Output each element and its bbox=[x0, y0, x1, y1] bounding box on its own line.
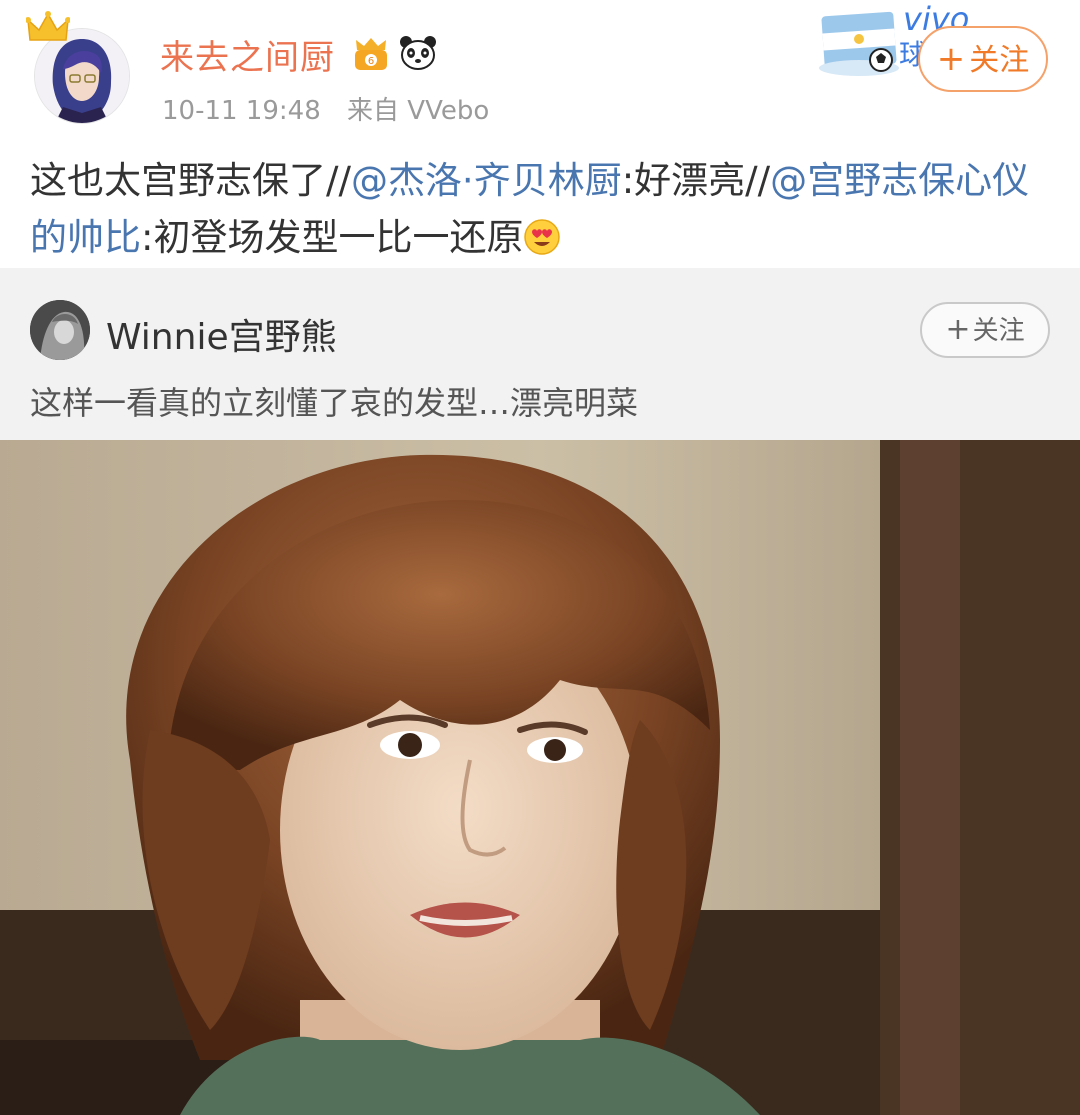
plus-icon: + bbox=[945, 312, 971, 347]
crown-icon bbox=[26, 11, 70, 41]
post-photo[interactable] bbox=[0, 440, 1080, 1115]
panda-icon bbox=[400, 36, 436, 70]
post-source: 来自 VVebo bbox=[347, 96, 490, 126]
follow-button[interactable]: + 关注 bbox=[918, 26, 1048, 92]
repost-follow-button[interactable]: +关注 bbox=[920, 302, 1050, 358]
repost-avatar[interactable] bbox=[30, 300, 90, 360]
repost-text: 这样一看真的立刻懂了哀的发型…漂亮明菜 bbox=[30, 384, 639, 422]
author-name[interactable]: 来去之间厨 bbox=[160, 30, 335, 79]
post-text-part: :初登场发型一比一还原 bbox=[141, 216, 524, 259]
weibo-post: 来去之间厨 6 10-11 19:48 来自 VVebo vivo 球 + 关注 … bbox=[0, 0, 1080, 268]
repost-avatar-illustration bbox=[30, 300, 90, 360]
post-text-part: :好漂亮// bbox=[621, 159, 771, 202]
post-timestamp: 10-11 19:48 bbox=[162, 96, 321, 126]
author-avatar-wrap[interactable] bbox=[26, 11, 130, 128]
mention-link[interactable]: @杰洛·齐贝林厨 bbox=[351, 159, 622, 202]
photo-illustration bbox=[0, 440, 1080, 1115]
heart-eyes-emoji-icon bbox=[524, 219, 561, 255]
repost-card[interactable]: Winnie宫野熊 +关注 这样一看真的立刻懂了哀的发型…漂亮明菜 bbox=[0, 268, 1080, 440]
post-meta: 10-11 19:48 来自 VVebo bbox=[162, 90, 507, 127]
plus-icon: + bbox=[936, 39, 966, 79]
post-text-part: 这也太宫野志保了// bbox=[30, 159, 351, 202]
follow-label: 关注 bbox=[969, 43, 1030, 78]
vip-icon[interactable]: 6 bbox=[352, 36, 390, 72]
repost-author-name[interactable]: Winnie宫野熊 bbox=[106, 308, 337, 360]
post-text: 这也太宫野志保了//@杰洛·齐贝林厨:好漂亮//@宫野志保心仪的帅比:初登场发型… bbox=[30, 152, 1050, 266]
repost-follow-label: 关注 bbox=[972, 316, 1025, 346]
svg-text:6: 6 bbox=[368, 56, 374, 67]
